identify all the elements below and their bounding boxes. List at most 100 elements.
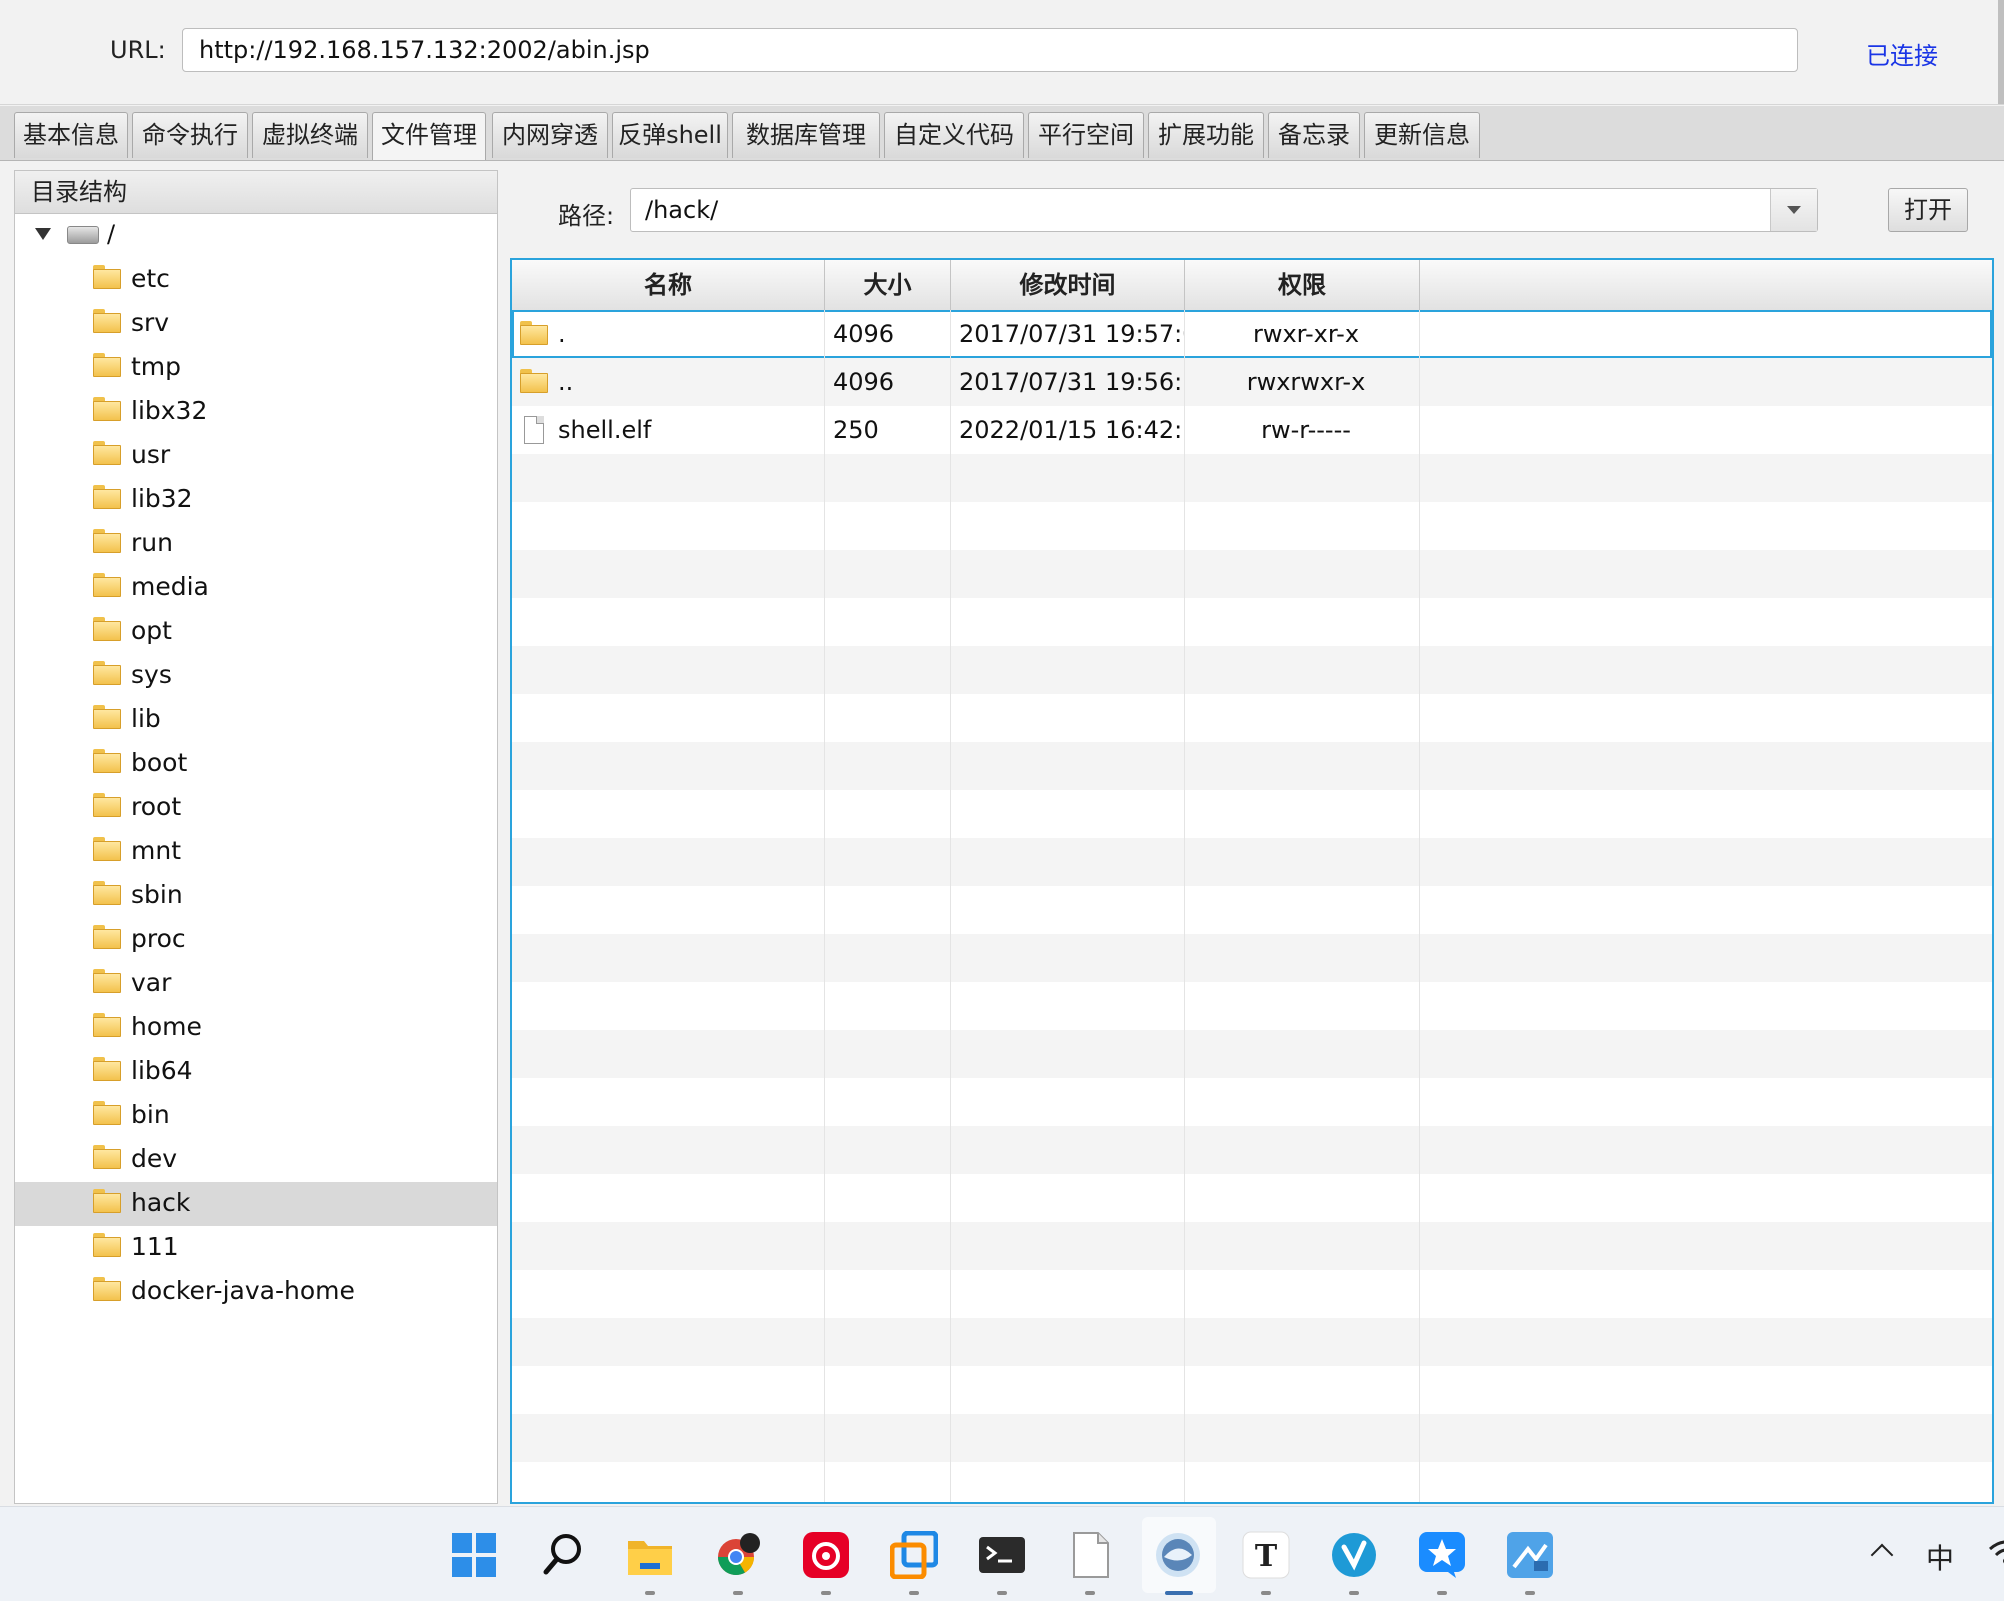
cell-empty — [512, 502, 825, 550]
cell-empty — [951, 982, 1185, 1030]
tree-item-etc[interactable]: etc — [15, 258, 497, 302]
table-row[interactable]: .. 40962017/07/31 19:56:33rwxrwxr-x — [512, 358, 1992, 406]
wifi-icon[interactable] — [1988, 1537, 2004, 1567]
path-input[interactable] — [631, 189, 1769, 231]
url-label: URL: — [110, 36, 166, 64]
cell-empty — [825, 598, 951, 646]
tree-item-dev[interactable]: dev — [15, 1138, 497, 1182]
tab-virtual-terminal[interactable]: 虚拟终端 — [252, 112, 368, 158]
cell-empty — [825, 550, 951, 598]
table-row — [512, 1174, 1992, 1222]
collapse-triangle-icon[interactable] — [35, 228, 51, 240]
tab-parallel-space[interactable]: 平行空间 — [1028, 112, 1144, 158]
app-blue-icon[interactable] — [1506, 1531, 1554, 1579]
windows-start-icon[interactable] — [450, 1531, 498, 1579]
tree-item-sbin[interactable]: sbin — [15, 874, 497, 918]
tree-item-label: lib — [131, 704, 161, 733]
cell-empty — [1420, 502, 1992, 550]
app-window-icon[interactable] — [889, 1530, 939, 1580]
tree-item-label: sbin — [131, 880, 183, 909]
tab-basic-info[interactable]: 基本信息 — [14, 112, 128, 158]
folder-icon — [93, 441, 121, 465]
tree-item-proc[interactable]: proc — [15, 918, 497, 962]
tab-intranet-tunnel[interactable]: 内网穿透 — [492, 112, 608, 158]
tree-item-opt[interactable]: opt — [15, 610, 497, 654]
qq-icon[interactable] — [1418, 1531, 1466, 1579]
tree-item-label: dev — [131, 1144, 178, 1173]
behinder-icon[interactable] — [1154, 1531, 1202, 1579]
cell-empty — [1185, 982, 1420, 1030]
folder-icon — [93, 1013, 121, 1037]
tree-item-sys[interactable]: sys — [15, 654, 497, 698]
tree-item-tmp[interactable]: tmp — [15, 346, 497, 390]
tab-file-manager[interactable]: 文件管理 — [372, 112, 486, 160]
folder-icon — [93, 925, 121, 949]
notepad-icon[interactable] — [1066, 1531, 1114, 1579]
tab-memo[interactable]: 备忘录 — [1268, 112, 1360, 158]
tree-items: etc srv tmp libx32 usr lib32 run media opt sys lib… — [15, 258, 497, 1314]
tab-extensions[interactable]: 扩展功能 — [1148, 112, 1264, 158]
tree-item-libx32[interactable]: libx32 — [15, 390, 497, 434]
tree-item-run[interactable]: run — [15, 522, 497, 566]
folder-icon — [93, 881, 121, 905]
tree-item-srv[interactable]: srv — [15, 302, 497, 346]
cell-empty — [951, 742, 1185, 790]
tree-item-var[interactable]: var — [15, 962, 497, 1006]
terminal-icon[interactable] — [978, 1531, 1026, 1579]
path-combobox[interactable] — [630, 188, 1818, 232]
chrome-icon[interactable] — [714, 1531, 762, 1579]
tree-root[interactable]: / — [15, 214, 497, 258]
file-explorer-icon[interactable] — [626, 1531, 674, 1579]
tree-item-docker-java-home[interactable]: docker-java-home — [15, 1270, 497, 1314]
table-row[interactable]: . 40962017/07/31 19:57:09rwxr-xr-x — [512, 310, 1992, 358]
tree-item-lib64[interactable]: lib64 — [15, 1050, 497, 1094]
tray-chevron-up-icon[interactable] — [1870, 1543, 1894, 1567]
ime-indicator[interactable]: 中 — [1926, 1537, 1954, 1577]
directory-tree: 目录结构 / etc srv tmp libx32 usr lib32 run media op… — [14, 170, 498, 1504]
running-indicator — [1437, 1591, 1447, 1595]
tree-item-usr[interactable]: usr — [15, 434, 497, 478]
column-header-permission[interactable]: 权限 — [1185, 260, 1420, 310]
connection-status-link[interactable]: 已连接 — [1866, 36, 1938, 71]
running-indicator — [821, 1591, 831, 1595]
column-header-mtime[interactable]: 修改时间 — [951, 260, 1185, 310]
tree-item-111[interactable]: 111 — [15, 1226, 497, 1270]
tab-reverse-shell[interactable]: 反弹shell — [612, 112, 728, 158]
cell-empty — [1185, 1414, 1420, 1462]
tab-command-exec[interactable]: 命令执行 — [132, 112, 248, 158]
cell-empty — [512, 1366, 825, 1414]
tree-item-label: sys — [131, 660, 172, 689]
dropdown-arrow-icon[interactable] — [1770, 189, 1817, 231]
cell-empty — [1185, 454, 1420, 502]
tree-item-lib32[interactable]: lib32 — [15, 478, 497, 522]
column-header-size[interactable]: 大小 — [825, 260, 951, 310]
typora-icon[interactable]: T — [1242, 1531, 1290, 1579]
tree-item-bin[interactable]: bin — [15, 1094, 497, 1138]
cell-empty — [1185, 646, 1420, 694]
tree-item-hack[interactable]: hack — [15, 1182, 497, 1226]
table-row — [512, 934, 1992, 982]
tree-item-mnt[interactable]: mnt — [15, 830, 497, 874]
cell-empty — [1185, 1366, 1420, 1414]
tree-item-media[interactable]: media — [15, 566, 497, 610]
tab-database-manager[interactable]: 数据库管理 — [732, 112, 880, 158]
cell-empty — [825, 886, 951, 934]
url-input[interactable] — [182, 28, 1798, 72]
tree-item-boot[interactable]: boot — [15, 742, 497, 786]
vmware-icon[interactable] — [1330, 1531, 1378, 1579]
search-icon[interactable] — [538, 1531, 586, 1579]
table-row[interactable]: shell.elf 2502022/01/15 16:42:28rw-r----- — [512, 406, 1992, 454]
tree-item-home[interactable]: home — [15, 1006, 497, 1050]
open-button[interactable]: 打开 — [1888, 188, 1968, 232]
cell-empty — [825, 1078, 951, 1126]
file-name: . — [558, 320, 566, 348]
tree-item-lib[interactable]: lib — [15, 698, 497, 742]
tree-item-root[interactable]: root — [15, 786, 497, 830]
column-header-name[interactable]: 名称 — [512, 260, 825, 310]
tab-custom-code[interactable]: 自定义代码 — [884, 112, 1024, 158]
cell-empty — [1420, 694, 1992, 742]
netease-music-icon[interactable] — [802, 1531, 850, 1579]
tree-item-label: var — [131, 968, 172, 997]
folder-icon — [93, 617, 121, 641]
tab-update-info[interactable]: 更新信息 — [1364, 112, 1480, 158]
